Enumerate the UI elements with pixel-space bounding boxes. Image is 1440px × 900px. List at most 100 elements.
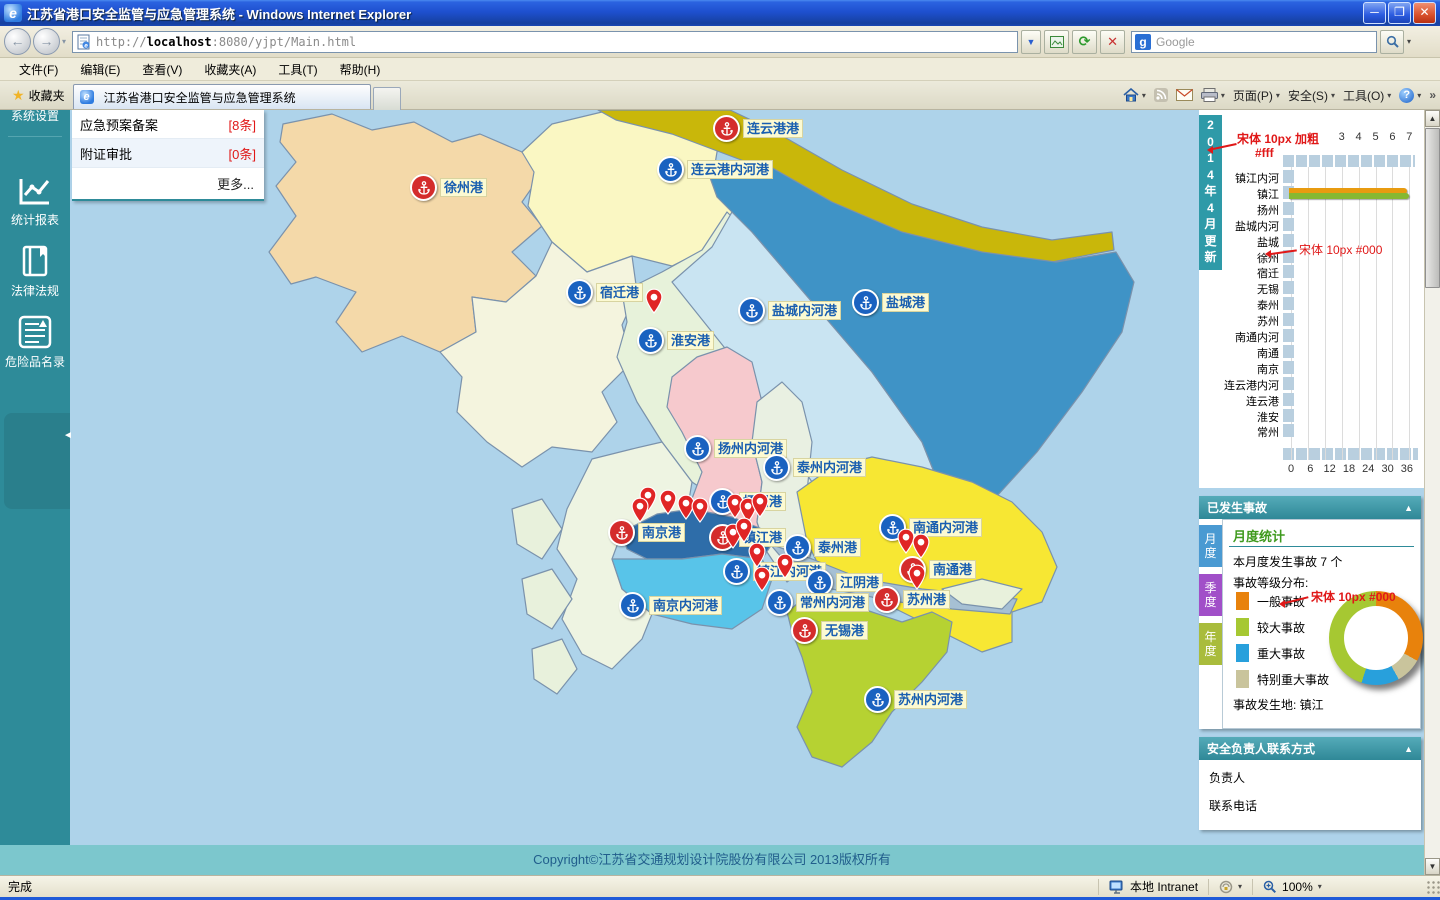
legend-label: 较大事故 xyxy=(1257,620,1306,635)
resize-grip[interactable] xyxy=(1426,879,1440,894)
incident-pin-icon[interactable] xyxy=(751,492,770,518)
quick-panel-row[interactable]: 应急预案备案 [8条] xyxy=(72,110,264,139)
port-label: 连云港内河港 xyxy=(687,160,774,179)
port-marker-苏州内河港[interactable]: 苏州内河港 xyxy=(864,686,968,713)
address-bar: ← → ▾ e http://localhost:8080/yjpt/Main.… xyxy=(0,26,1440,58)
scroll-thumb[interactable] xyxy=(1425,128,1440,288)
menu-item-4[interactable]: 工具(T) xyxy=(267,59,328,80)
port-marker-连云港港[interactable]: 连云港港 xyxy=(713,115,804,142)
collapse-icon[interactable]: ▲ xyxy=(1404,503,1413,513)
toolbar-overflow[interactable]: » xyxy=(1429,88,1436,102)
port-marker-泰州内河港[interactable]: 泰州内河港 xyxy=(763,454,867,481)
recent-pages-icon[interactable]: ▾ xyxy=(62,37,66,46)
incident-pin-icon[interactable] xyxy=(645,288,664,314)
incident-pin-icon[interactable] xyxy=(908,564,927,590)
page-menu-button[interactable]: 页面(P) ▾ xyxy=(1233,87,1280,104)
vertical-scrollbar[interactable]: ▲ ▼ xyxy=(1424,110,1440,875)
sidebar-collapse-arrow[interactable]: ◄ xyxy=(63,430,73,441)
accidents-panel-header[interactable]: 已发生事故 ▲ xyxy=(1199,496,1421,519)
collapse-icon[interactable]: ▲ xyxy=(1404,744,1413,754)
port-marker-常州内河港[interactable]: 常州内河港 xyxy=(766,589,870,616)
port-marker-盐城港[interactable]: 盐城港 xyxy=(852,289,930,316)
scroll-up-button[interactable]: ▲ xyxy=(1425,110,1440,127)
back-button[interactable]: ← xyxy=(4,28,31,55)
compatibility-view-button[interactable] xyxy=(1044,29,1070,54)
quick-panel-row[interactable]: 附证审批 [0条] xyxy=(72,139,264,168)
more-link[interactable]: 更多... xyxy=(72,168,264,199)
zoom-icon xyxy=(1263,880,1277,893)
search-options-dropdown[interactable]: ▾ xyxy=(1407,37,1411,46)
port-marker-泰州港[interactable]: 泰州港 xyxy=(784,534,862,561)
incident-pin-icon[interactable] xyxy=(753,566,772,592)
sidebar-item-hazmat-list[interactable]: 危险品名录 xyxy=(0,315,70,370)
close-button[interactable]: ✕ xyxy=(1413,2,1436,24)
port-marker-徐州港[interactable]: 徐州港 xyxy=(410,174,488,201)
accidents-tab-月度[interactable]: 月度 xyxy=(1199,525,1222,567)
incident-pin-icon[interactable] xyxy=(912,533,931,559)
legend-item-特别重大事故: 特别重大事故 xyxy=(1236,670,1329,688)
home-dropdown[interactable]: ▾ xyxy=(1142,91,1146,100)
incident-pin-icon[interactable] xyxy=(691,497,710,523)
quick-panel: 应急预案备案 [8条] 附证审批 [0条] 更多... xyxy=(72,110,264,201)
sidebar-item-statistics[interactable]: 统计报表 xyxy=(0,175,70,228)
menu-item-1[interactable]: 编辑(E) xyxy=(69,59,131,80)
port-marker-淮安港[interactable]: 淮安港 xyxy=(637,327,715,354)
port-marker-宿迁港[interactable]: 宿迁港 xyxy=(566,279,644,306)
sidebar-item-system-settings[interactable]: 系统设置 xyxy=(0,110,70,124)
chart-category-label: 连云港内河 xyxy=(1224,379,1279,392)
port-label: 宿迁港 xyxy=(596,283,644,302)
restore-button[interactable]: ❐ xyxy=(1388,2,1411,24)
incident-pin-icon[interactable] xyxy=(776,553,795,579)
print-dropdown[interactable]: ▾ xyxy=(1221,91,1225,100)
incident-pin-icon[interactable] xyxy=(735,517,754,543)
search-button[interactable] xyxy=(1380,29,1405,54)
port-marker-连云港内河港[interactable]: 连云港内河港 xyxy=(657,156,774,183)
read-mail-button[interactable] xyxy=(1175,89,1193,101)
forward-button[interactable]: → xyxy=(33,28,60,55)
port-label: 南京港 xyxy=(638,523,686,542)
feeds-button[interactable] xyxy=(1153,88,1168,102)
contacts-panel-header[interactable]: 安全负责人联系方式 ▲ xyxy=(1199,737,1421,760)
tools-menu-button[interactable]: 工具(O) ▾ xyxy=(1343,87,1391,104)
chart-category-label: 苏州 xyxy=(1257,316,1279,329)
search-box[interactable]: g Google xyxy=(1131,30,1378,53)
port-marker-南京内河港[interactable]: 南京内河港 xyxy=(619,592,723,619)
tab-active[interactable]: e 江苏省港口安全监管与应急管理系统 xyxy=(72,84,371,109)
port-marker-南通内河港[interactable]: 南通内河港 xyxy=(879,514,983,541)
accidents-tab-年度[interactable]: 年度 xyxy=(1199,623,1222,665)
address-dropdown-button[interactable]: ▼ xyxy=(1021,29,1042,54)
print-button[interactable]: ▾ xyxy=(1200,88,1225,102)
accidents-tab-季度[interactable]: 季度 xyxy=(1199,574,1222,616)
chart-top-axis-label: 5 xyxy=(1372,131,1379,143)
menu-item-3[interactable]: 收藏夹(A) xyxy=(193,59,267,80)
zoom-control[interactable]: 100% ▾ xyxy=(1252,878,1332,895)
menu-item-5[interactable]: 帮助(H) xyxy=(329,59,392,80)
anchor-icon xyxy=(763,454,790,481)
refresh-button[interactable]: ⟳ xyxy=(1072,29,1098,54)
favorites-button[interactable]: ★ 收藏夹 xyxy=(4,84,73,107)
minimize-button[interactable]: ─ xyxy=(1363,2,1386,24)
anchor-icon xyxy=(657,156,684,183)
incident-pin-icon[interactable] xyxy=(631,497,650,523)
protected-mode-segment[interactable]: ▾ xyxy=(1208,878,1252,895)
chart-gridline xyxy=(1409,167,1411,460)
port-marker-盐城内河港[interactable]: 盐城内河港 xyxy=(738,297,842,324)
new-tab-button[interactable] xyxy=(372,86,401,110)
magnifier-icon xyxy=(1386,35,1399,48)
incident-pin-icon[interactable] xyxy=(748,542,767,568)
sidebar-item-laws[interactable]: 法律法规 xyxy=(0,244,70,299)
home-button[interactable]: ▾ xyxy=(1123,88,1146,102)
menu-item-0[interactable]: 文件(F) xyxy=(8,59,69,80)
stop-button[interactable]: ✕ xyxy=(1100,29,1126,54)
incident-pin-icon[interactable] xyxy=(659,489,678,515)
help-button[interactable]: ? ▾ xyxy=(1399,87,1421,103)
menu-item-2[interactable]: 查看(V) xyxy=(131,59,193,80)
anchor-icon xyxy=(566,279,593,306)
port-marker-无锡港[interactable]: 无锡港 xyxy=(791,617,869,644)
status-text: 完成 xyxy=(8,880,33,894)
title-underline xyxy=(1229,546,1414,547)
scroll-down-button[interactable]: ▼ xyxy=(1425,858,1440,875)
address-input[interactable]: e http://localhost:8080/yjpt/Main.html xyxy=(72,30,1019,53)
tab-bar: ★ 收藏夹 e 江苏省港口安全监管与应急管理系统 ▾ ▾ 页面(P) ▾ 安全(S… xyxy=(0,81,1440,110)
security-menu-button[interactable]: 安全(S) ▾ xyxy=(1288,87,1335,104)
